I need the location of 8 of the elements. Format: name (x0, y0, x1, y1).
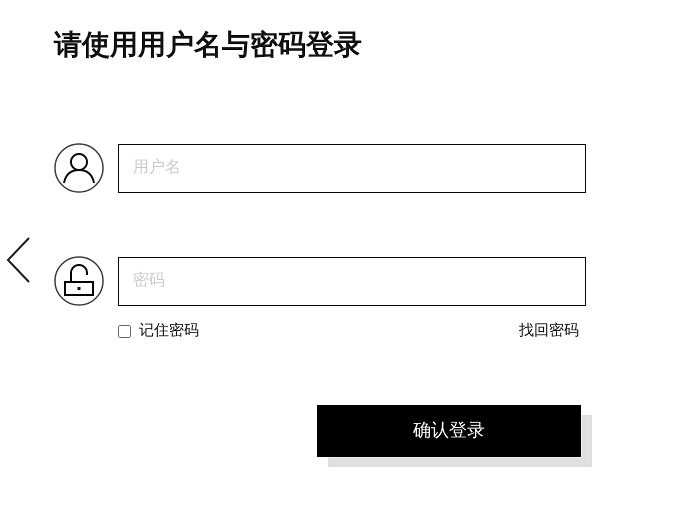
back-chevron-icon[interactable] (5, 236, 31, 284)
remember-checkbox[interactable] (118, 324, 131, 338)
forgot-password-link[interactable]: 找回密码 (519, 320, 579, 342)
remember-label: 记住密码 (139, 321, 199, 341)
user-icon (54, 143, 104, 193)
login-title: 请使用用户名与密码登录 (54, 28, 363, 62)
confirm-login-button[interactable]: 确认登录 (317, 404, 581, 456)
padlock-icon (54, 256, 104, 306)
